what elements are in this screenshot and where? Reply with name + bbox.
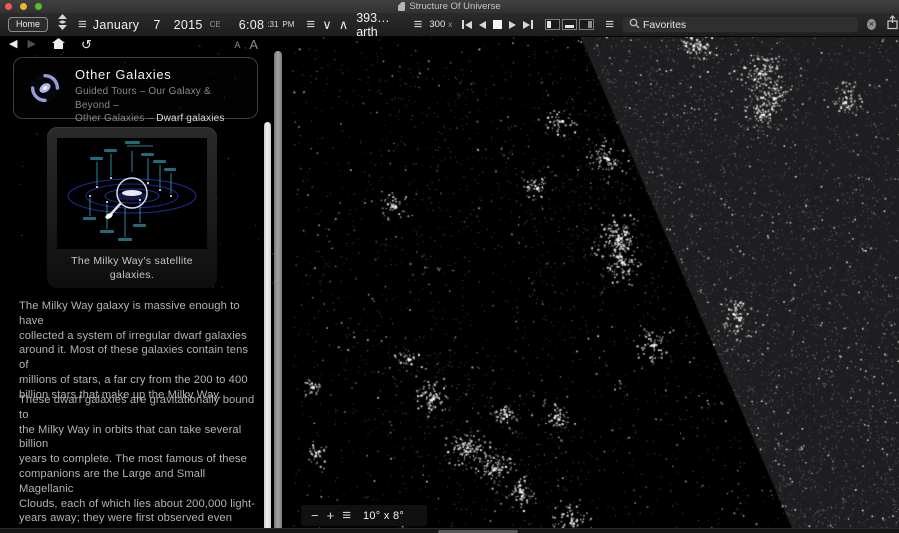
window-title: Structure Of Universe [409, 1, 500, 12]
figure-card[interactable]: The Milky Way's satellite galaxies. [47, 127, 217, 288]
topic-title: Other Galaxies [75, 67, 172, 82]
decrease-font-button[interactable]: A [234, 40, 240, 50]
elevation-up-icon[interactable]: ∧ [339, 17, 349, 33]
forward-icon[interactable]: ▶ [27, 39, 35, 50]
play-button[interactable] [509, 21, 516, 29]
increase-font-button[interactable]: A [249, 37, 258, 52]
left-panel-toggle-icon[interactable] [545, 19, 560, 30]
search-input[interactable]: Favorites [622, 16, 859, 33]
time-rate-unit: x [448, 20, 452, 29]
time-field[interactable]: 6:08 [239, 18, 265, 32]
panel-scrollbar[interactable] [274, 51, 282, 533]
search-icon [629, 16, 640, 34]
back-icon[interactable]: ◀ [9, 39, 17, 50]
stop-button[interactable] [493, 20, 502, 29]
viewing-location-field[interactable]: 393…arth [356, 11, 400, 39]
search-menu-icon[interactable]: ≡ [605, 17, 614, 32]
fov-menu-icon[interactable]: ≡ [342, 508, 351, 523]
skip-back-button[interactable] [462, 20, 472, 29]
undo-icon[interactable]: ↺ [81, 38, 92, 51]
fov-control-bar: − + ≡ 10° x 8° [301, 505, 427, 526]
skyguide-panel: ◀ ▶ ↺ A A Other Galaxies [0, 36, 288, 528]
satellite-galaxies-diagram [57, 138, 207, 249]
clear-search-icon[interactable]: × [867, 19, 876, 30]
right-panel-toggle-icon[interactable] [579, 19, 594, 30]
playback-controls [462, 20, 533, 29]
home-button[interactable]: Home [8, 17, 48, 32]
galaxy-icon [30, 73, 60, 108]
text-scrollbar[interactable] [264, 122, 271, 533]
toolbar: Home ≡ January 7 2015 CE 6:08 :31 PM ≡ ∨… [0, 13, 899, 37]
breadcrumb: Guided Tours – Our Galaxy & Beyond – Oth… [75, 85, 247, 126]
topic-header-card: Other Galaxies Guided Tours – Our Galaxy… [13, 57, 258, 119]
home-icon[interactable] [52, 36, 65, 54]
location-menu-icon[interactable]: ≡ [306, 17, 315, 32]
titlebar: Structure Of Universe [0, 0, 899, 14]
skyguide-nav-bar: ◀ ▶ ↺ A A [0, 36, 288, 53]
body-paragraph-2: These dwarf galaxies are gravitationally… [19, 393, 259, 533]
date-era-label: CE [210, 20, 221, 29]
step-back-button[interactable] [479, 21, 486, 29]
app-window: Structure Of Universe Home ≡ January 7 2… [0, 0, 899, 533]
zoom-in-button[interactable]: + [327, 509, 335, 522]
elevation-down-icon[interactable]: ∨ [322, 17, 332, 33]
date-menu-icon[interactable]: ≡ [78, 17, 87, 32]
skip-forward-button[interactable] [523, 20, 533, 29]
figure-caption: The Milky Way's satellite galaxies. [47, 255, 217, 282]
search-scope-label: Favorites [643, 19, 686, 31]
panel-layout-toggles [545, 19, 594, 30]
horizontal-scrollbar-track[interactable] [0, 528, 899, 533]
time-seconds: :31 [267, 20, 278, 29]
date-year-field[interactable]: 2015 [174, 18, 203, 32]
time-meridiem: PM [282, 20, 294, 29]
share-icon[interactable] [886, 15, 899, 35]
rate-menu-icon[interactable]: ≡ [414, 17, 423, 32]
zoom-out-button[interactable]: − [311, 509, 319, 522]
date-day-field[interactable]: 7 [153, 18, 160, 32]
window-title-area: Structure Of Universe [0, 0, 899, 13]
breadcrumb-current: Dwarf galaxies [156, 113, 224, 124]
bottom-panel-toggle-icon[interactable] [562, 19, 577, 30]
body-paragraph-1: The Milky Way galaxy is massive enough t… [19, 299, 259, 403]
fov-value: 10° x 8° [363, 510, 404, 522]
time-flow-icon[interactable] [57, 14, 68, 35]
date-month-field[interactable]: January [93, 18, 140, 32]
time-rate-value[interactable]: 300 [429, 19, 445, 30]
